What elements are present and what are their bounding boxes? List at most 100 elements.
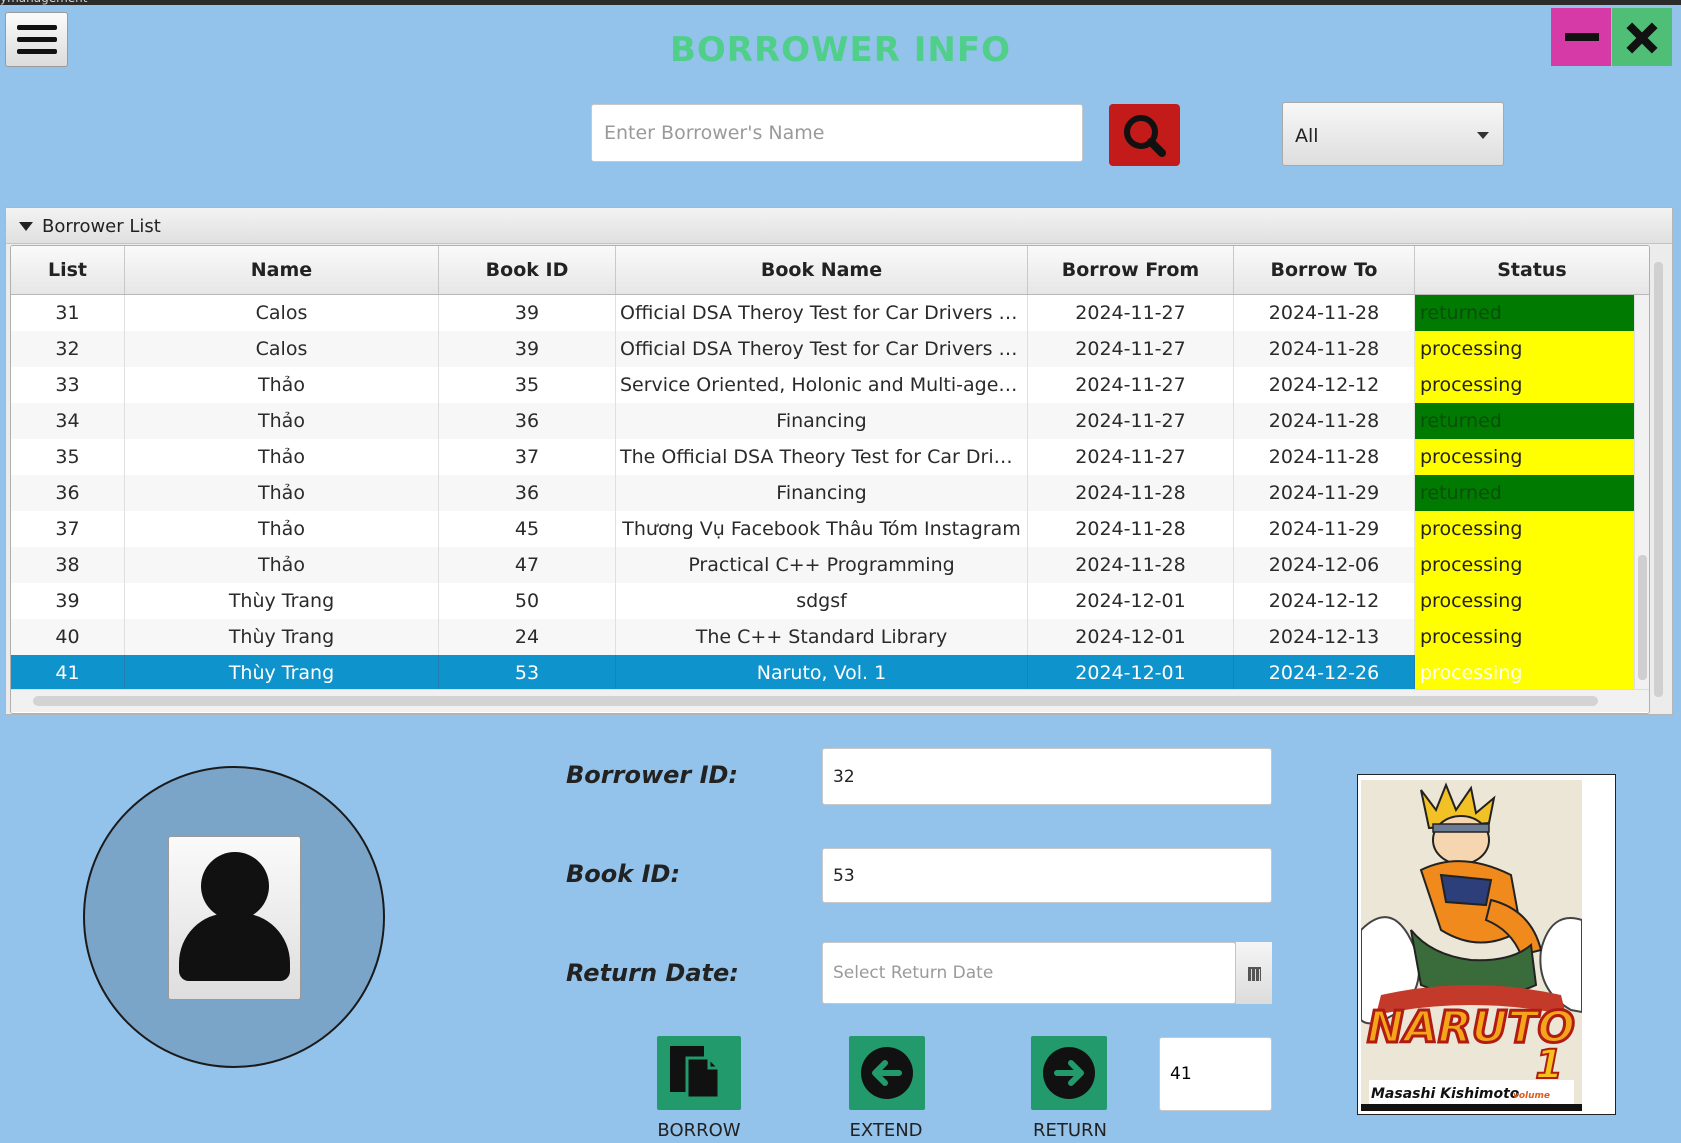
- cell-borrow-from: 2024-11-28: [1028, 511, 1234, 547]
- borrower-id-field[interactable]: [822, 748, 1272, 805]
- naruto-cover-art: NARUTO 1 Masashi Kishimoto volume: [1361, 780, 1582, 1111]
- table-row[interactable]: 40 Thùy Trang 24 The C++ Standard Library 20…: [11, 619, 1634, 655]
- cell-name: Thảo: [125, 475, 439, 511]
- cell-name: Thùy Trang: [125, 655, 439, 689]
- cell-book-name: Financing: [616, 403, 1028, 439]
- arrow-left-icon: [861, 1047, 913, 1099]
- column-header-name[interactable]: Name: [125, 246, 439, 294]
- cell-name: Thùy Trang: [125, 583, 439, 619]
- minimize-icon: [1565, 33, 1599, 41]
- selected-record-field[interactable]: [1159, 1037, 1272, 1111]
- cell-book-name: The C++ Standard Library: [616, 619, 1028, 655]
- window-title: ymanagement: [0, 0, 88, 5]
- cell-name: Thảo: [125, 547, 439, 583]
- extend-button[interactable]: [849, 1036, 925, 1110]
- book-id-label: Book ID:: [566, 860, 681, 888]
- extend-label: EXTEND: [849, 1120, 923, 1141]
- cell-list: 35: [11, 439, 125, 475]
- search-button[interactable]: [1109, 104, 1180, 166]
- cell-book-id: 53: [439, 655, 616, 689]
- cell-list: 31: [11, 295, 125, 331]
- minimize-button[interactable]: [1551, 8, 1611, 66]
- return-date-field[interactable]: [822, 942, 1236, 1004]
- book-id-field[interactable]: [822, 848, 1272, 903]
- cell-book-name: Service Oriented, Holonic and Multi-agen…: [616, 367, 1028, 403]
- cell-list: 32: [11, 331, 125, 367]
- cell-borrow-to: 2024-12-12: [1234, 583, 1415, 619]
- cover-author: Masashi Kishimoto: [1371, 1086, 1520, 1102]
- column-header-book-id[interactable]: Book ID: [439, 246, 616, 294]
- cell-list: 36: [11, 475, 125, 511]
- cell-list: 39: [11, 583, 125, 619]
- search-icon: [1124, 115, 1166, 157]
- cell-list: 34: [11, 403, 125, 439]
- arrow-right-icon: [1043, 1047, 1095, 1099]
- cell-borrow-from: 2024-11-27: [1028, 367, 1234, 403]
- table-row[interactable]: 39 Thùy Trang 50 sdgsf 2024-12-01 2024-12-12 p…: [11, 583, 1634, 619]
- cell-book-name: Naruto, Vol. 1: [616, 655, 1028, 689]
- cell-name: Thùy Trang: [125, 619, 439, 655]
- cell-status: processing: [1415, 439, 1634, 475]
- borrow-icon: [670, 1046, 721, 1100]
- page-title: BORROWER INFO: [669, 30, 1012, 70]
- column-header-status[interactable]: Status: [1415, 246, 1649, 294]
- cell-borrow-from: 2024-12-01: [1028, 583, 1234, 619]
- cell-borrow-from: 2024-11-27: [1028, 439, 1234, 475]
- table-vertical-scrollbar[interactable]: [1634, 295, 1649, 689]
- table-row[interactable]: 34 Thảo 36 Financing 2024-11-27 2024-11-28 ret…: [11, 403, 1634, 439]
- table-row[interactable]: 32 Calos 39 Official DSA Theroy Test for Ca…: [11, 331, 1634, 367]
- page-vertical-scrollbar[interactable]: [1650, 248, 1667, 712]
- status-filter-select[interactable]: All: [1282, 102, 1504, 166]
- table-row[interactable]: 36 Thảo 36 Financing 2024-11-28 2024-11-29 ret…: [11, 475, 1634, 511]
- search-input[interactable]: [591, 104, 1083, 162]
- cell-book-name: The Official DSA Theory Test for Car Dri…: [616, 439, 1028, 475]
- scrollbar-thumb[interactable]: [33, 696, 1598, 706]
- calendar-button[interactable]: [1235, 942, 1272, 1004]
- table-row[interactable]: 33 Thảo 35 Service Oriented, Holonic and Mu…: [11, 367, 1634, 403]
- scrollbar-thumb[interactable]: [1638, 555, 1647, 680]
- borrow-button[interactable]: [657, 1036, 741, 1110]
- cell-name: Calos: [125, 331, 439, 367]
- cell-book-name: Thương Vụ Facebook Thâu Tóm Instagram: [616, 511, 1028, 547]
- close-button[interactable]: [1612, 8, 1672, 66]
- table-row[interactable]: 41 Thùy Trang 53 Naruto, Vol. 1 2024-12-01 20…: [11, 655, 1634, 689]
- cell-book-id: 45: [439, 511, 616, 547]
- cell-book-name: Practical C++ Programming: [616, 547, 1028, 583]
- cover-volume-word: volume: [1513, 1091, 1550, 1101]
- column-header-list[interactable]: List: [11, 246, 125, 294]
- cell-borrow-to: 2024-11-28: [1234, 331, 1415, 367]
- cell-borrow-to: 2024-11-29: [1234, 511, 1415, 547]
- cell-status: returned: [1415, 403, 1634, 439]
- cell-status: processing: [1415, 367, 1634, 403]
- return-button[interactable]: [1031, 1036, 1107, 1110]
- cell-book-id: 35: [439, 367, 616, 403]
- collapse-triangle-icon: [19, 222, 33, 231]
- book-cover-image: NARUTO 1 Masashi Kishimoto volume: [1361, 780, 1582, 1111]
- cell-status: processing: [1415, 547, 1634, 583]
- table-row[interactable]: 38 Thảo 47 Practical C++ Programming 2024-11…: [11, 547, 1634, 583]
- cell-status: processing: [1415, 655, 1634, 689]
- borrower-list-panel: Borrower List List Name Book ID Book Nam…: [5, 207, 1673, 715]
- column-header-borrow-from[interactable]: Borrow From: [1028, 246, 1234, 294]
- cell-book-id: 36: [439, 403, 616, 439]
- table-row[interactable]: 37 Thảo 45 Thương Vụ Facebook Thâu Tóm Inst…: [11, 511, 1634, 547]
- cell-book-name: Official DSA Theroy Test for Car Drivers…: [616, 331, 1028, 367]
- table-row[interactable]: 31 Calos 39 Official DSA Theroy Test for Ca…: [11, 295, 1634, 331]
- cell-borrow-to: 2024-11-28: [1234, 295, 1415, 331]
- scrollbar-thumb[interactable]: [1654, 262, 1663, 697]
- book-cover-frame: NARUTO 1 Masashi Kishimoto volume: [1357, 774, 1616, 1115]
- cell-borrow-from: 2024-11-27: [1028, 403, 1234, 439]
- window-title-strip: ymanagement: [0, 0, 1681, 5]
- return-date-label: Return Date:: [566, 959, 739, 987]
- cell-status: returned: [1415, 475, 1634, 511]
- table-header: List Name Book ID Book Name Borrow From …: [11, 246, 1649, 295]
- column-header-borrow-to[interactable]: Borrow To: [1234, 246, 1415, 294]
- avatar-button[interactable]: [168, 836, 301, 1000]
- table-horizontal-scrollbar[interactable]: [11, 689, 1649, 712]
- cell-status: processing: [1415, 331, 1634, 367]
- cell-book-id: 24: [439, 619, 616, 655]
- cell-borrow-to: 2024-12-06: [1234, 547, 1415, 583]
- borrower-list-header[interactable]: Borrower List: [6, 208, 1672, 244]
- table-row[interactable]: 35 Thảo 37 The Official DSA Theory Test for…: [11, 439, 1634, 475]
- column-header-book-name[interactable]: Book Name: [616, 246, 1028, 294]
